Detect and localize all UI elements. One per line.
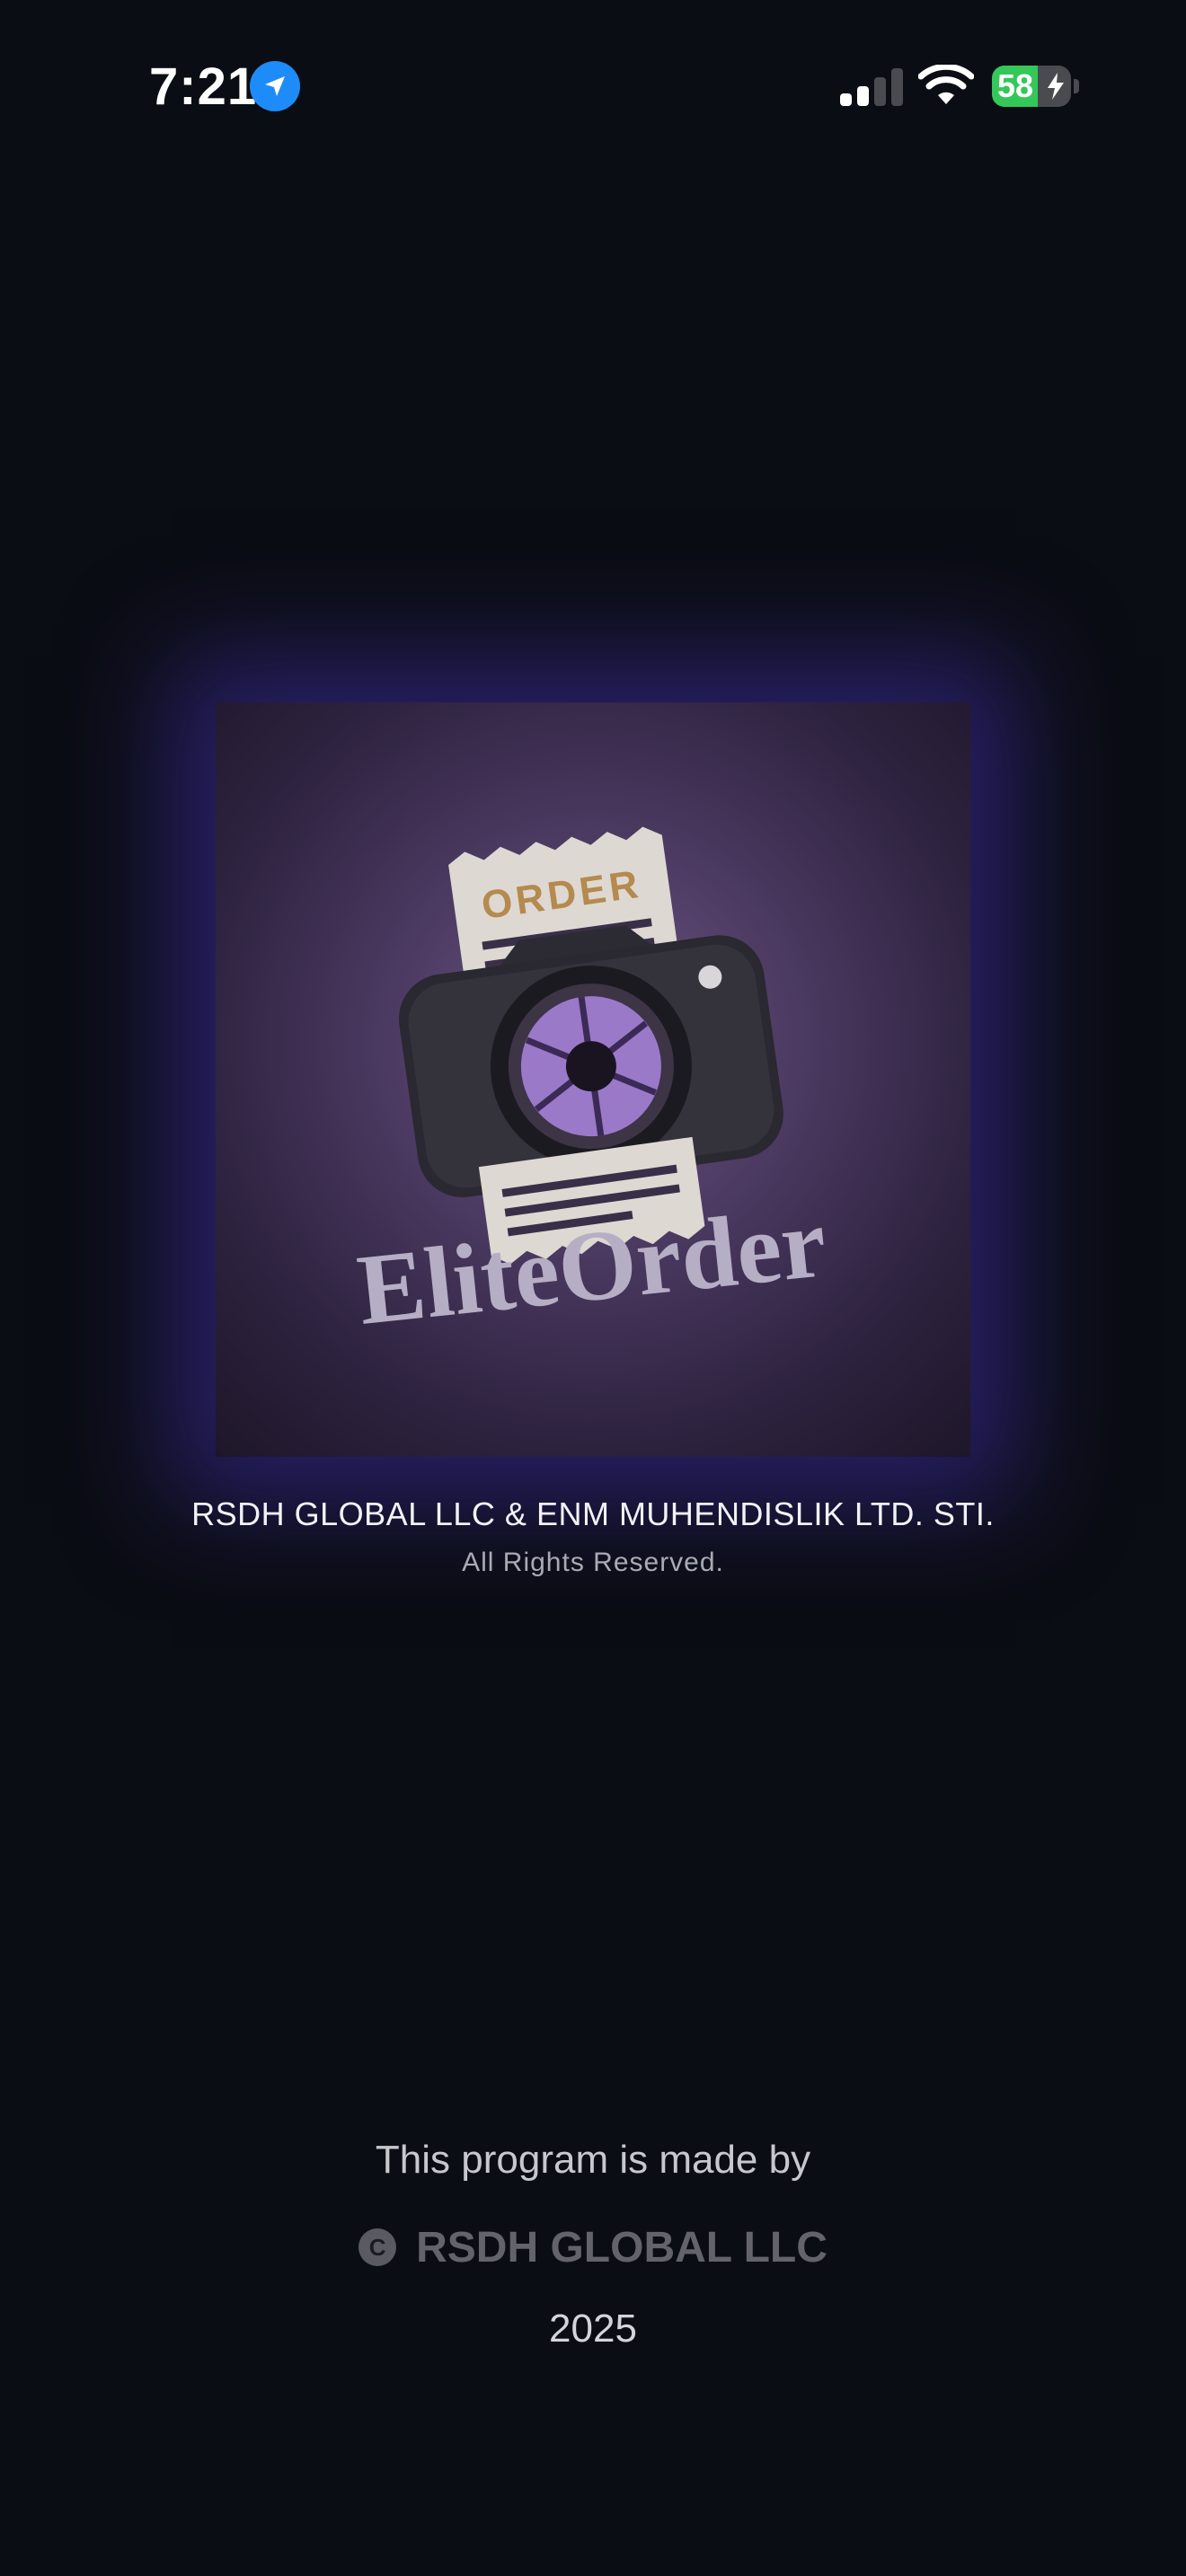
copyright-owner: RSDH GLOBAL LLC (416, 2223, 828, 2272)
cell-signal-icon (840, 68, 903, 106)
copyright-year: 2025 (549, 2307, 637, 2351)
app-logo: ORDER EliteOrder (216, 702, 970, 1457)
battery-level: 58 (997, 67, 1034, 104)
splash-screen: 7:21 58 ORDER EliteOrder RSDH GLOBAL LLC… (0, 0, 1186, 2576)
battery-cap (1074, 79, 1079, 93)
signal-bar-2 (857, 86, 869, 106)
brand-wordmark: EliteOrder (352, 1187, 831, 1346)
location-arrow-icon (250, 61, 300, 111)
charging-bolt-icon (1046, 73, 1066, 104)
wifi-icon (917, 63, 975, 110)
copyright-row: C RSDH GLOBAL LLC (0, 2219, 1186, 2276)
rights-reserved: All Rights Reserved. (462, 1548, 724, 1577)
company-name: RSDH GLOBAL LLC & ENM MUHENDISLIK LTD. S… (191, 1495, 995, 1532)
logo-artwork: ORDER EliteOrder (352, 826, 831, 1346)
signal-bar-3 (874, 77, 886, 106)
signal-bar-1 (840, 93, 852, 106)
status-bar: 7:21 58 (0, 0, 1186, 180)
copyright-icon: C (358, 2228, 397, 2266)
battery-charging-icon: 58 (992, 66, 1071, 107)
signal-bar-4 (891, 68, 903, 106)
status-time: 7:21 (149, 57, 258, 116)
made-by-label: This program is made by (375, 2138, 811, 2182)
